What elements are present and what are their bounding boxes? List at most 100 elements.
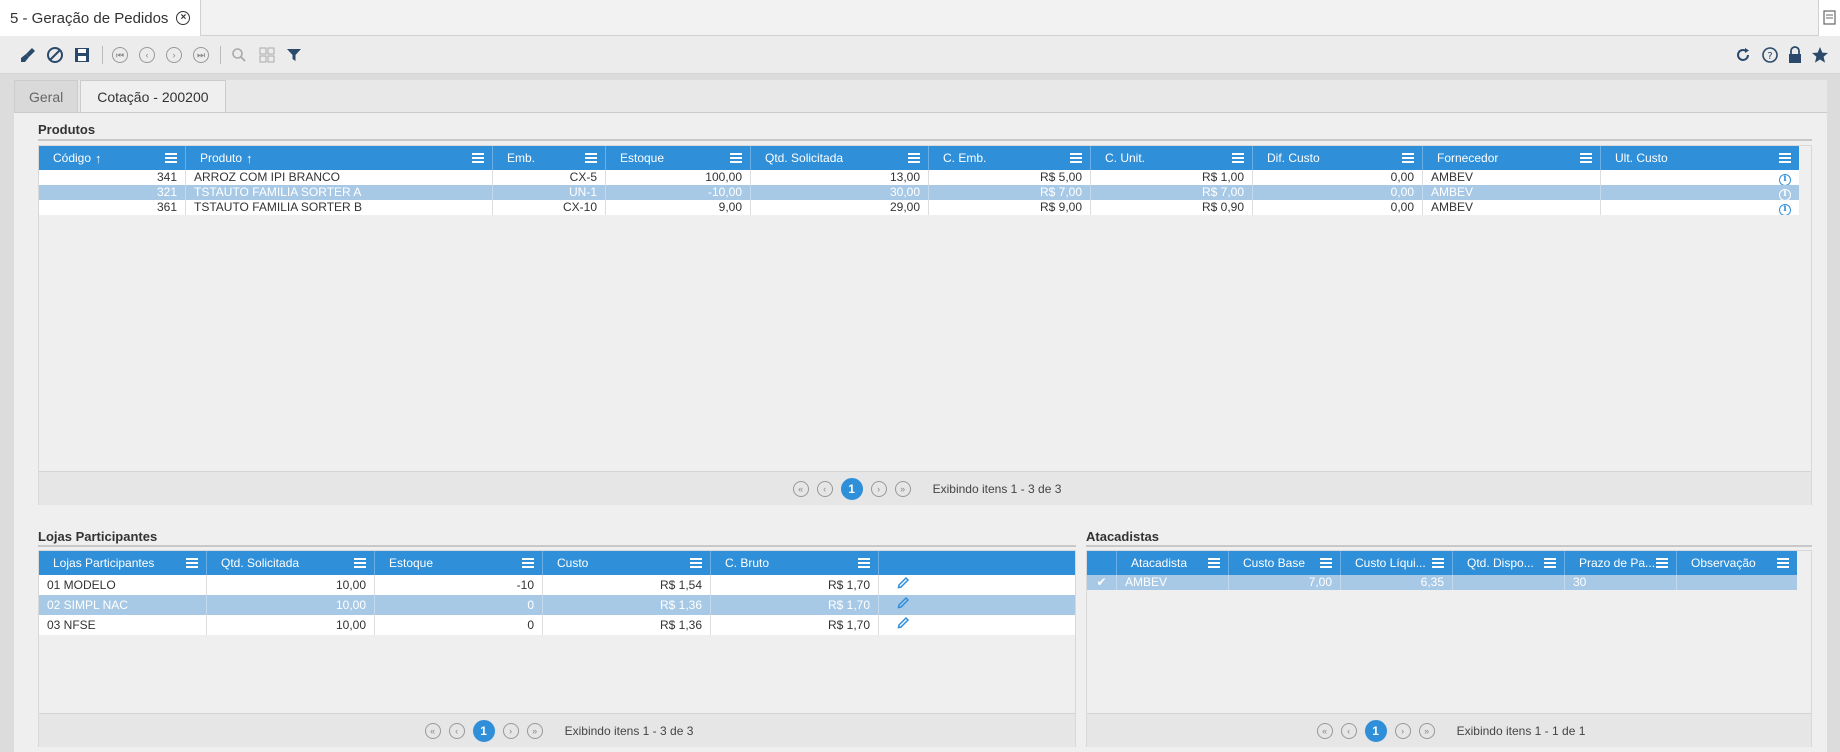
lojas-section-title: Lojas Participantes (38, 529, 158, 544)
column-menu-icon (730, 153, 742, 163)
lojas-pager: « ‹ 1 › » Exibindo itens 1 - 3 de 3 (39, 713, 1075, 747)
col-custo-base[interactable]: Custo Base (1229, 551, 1341, 575)
close-icon[interactable]: × (176, 11, 191, 25)
previous-record-icon[interactable]: ‹ (137, 45, 157, 65)
pager-info: Exibindo itens 1 - 3 de 3 (564, 723, 694, 738)
col-custo-liquido[interactable]: Custo Líqui... (1341, 551, 1453, 575)
previous-page-icon[interactable]: ‹ (448, 722, 465, 739)
window-menu-icon[interactable] (1818, 0, 1840, 36)
col-estoque[interactable]: Estoque (606, 146, 751, 170)
document-tab-bar: 5 - Geração de Pedidos × (0, 0, 1840, 36)
edit-icon[interactable] (879, 595, 1075, 615)
col-c-emb[interactable]: C. Emb. (929, 146, 1091, 170)
current-page[interactable]: 1 (472, 719, 495, 742)
col-lojas-participantes[interactable]: Lojas Participantes (39, 551, 207, 575)
table-row[interactable]: 02 SIMPL NAC 10,00 0 R$ 1,36 R$ 1,70 (39, 595, 1075, 615)
produtos-pager: « ‹ 1 › » Exibindo itens 1 - 3 de 3 (39, 471, 1811, 505)
grid-view-icon[interactable] (257, 45, 277, 65)
column-menu-icon (1208, 558, 1220, 568)
previous-page-icon[interactable]: ‹ (1340, 722, 1357, 739)
edit-icon[interactable] (879, 575, 1075, 595)
column-menu-icon (165, 153, 177, 163)
col-c-bruto[interactable]: C. Bruto (711, 551, 879, 575)
column-menu-icon (585, 153, 597, 163)
column-menu-icon (522, 558, 534, 568)
col-observacao[interactable]: Observação (1677, 551, 1797, 575)
col-ult-custo[interactable]: Ult. Custo (1601, 146, 1799, 170)
col-fornecedor[interactable]: Fornecedor (1423, 146, 1601, 170)
table-row[interactable]: 341 ARROZ COM IPI BRANCO CX-5 100,00 13,… (39, 170, 1799, 185)
favorite-star-icon[interactable] (1810, 45, 1830, 65)
current-page[interactable]: 1 (1364, 719, 1387, 742)
column-menu-icon (1320, 558, 1332, 568)
next-record-icon[interactable]: › (164, 45, 184, 65)
lock-icon[interactable] (1785, 45, 1805, 65)
tab-geral[interactable]: Geral (14, 80, 79, 112)
atacadistas-grid-body: ✔ AMBEV 7,00 6,35 30 (1087, 575, 1797, 590)
col-c-unit[interactable]: C. Unit. (1091, 146, 1253, 170)
next-page-icon[interactable]: › (1394, 722, 1411, 739)
last-page-icon[interactable]: » (894, 480, 911, 497)
first-page-icon[interactable]: « (792, 480, 809, 497)
document-tab-title: 5 - Geração de Pedidos (10, 9, 169, 27)
refresh-icon[interactable] (1733, 45, 1753, 65)
table-row[interactable]: 321 TSTAUTO FAMILIA SORTER A UN-1 -10,00… (39, 185, 1799, 200)
first-page-icon[interactable]: « (424, 722, 441, 739)
table-row[interactable]: ✔ AMBEV 7,00 6,35 30 (1087, 575, 1797, 590)
document-tab[interactable]: 5 - Geração de Pedidos × (0, 0, 202, 36)
col-qtd-solicitada[interactable]: Qtd. Solicitada (207, 551, 375, 575)
col-prazo-pagamento[interactable]: Prazo de Pa... (1565, 551, 1677, 575)
produtos-section-title: Produtos (38, 122, 96, 137)
column-menu-icon (1402, 153, 1414, 163)
column-menu-icon (690, 558, 702, 568)
svg-text:?: ? (1767, 51, 1772, 62)
toolbar: ⏮ ‹ › ⏭ ? (0, 36, 1840, 74)
col-emb[interactable]: Emb. (493, 146, 606, 170)
table-row[interactable]: 01 MODELO 10,00 -10 R$ 1,54 R$ 1,70 (39, 575, 1075, 595)
next-page-icon[interactable]: › (502, 722, 519, 739)
next-page-icon[interactable]: › (870, 480, 887, 497)
help-icon[interactable]: ? (1760, 45, 1780, 65)
col-produto[interactable]: Produto ↑ (186, 146, 493, 170)
table-row[interactable]: 03 NFSE 10,00 0 R$ 1,36 R$ 1,70 (39, 615, 1075, 635)
col-dif-custo[interactable]: Dif. Custo (1253, 146, 1423, 170)
previous-page-icon[interactable]: ‹ (816, 480, 833, 497)
col-qtd-solicitada[interactable]: Qtd. Solicitada (751, 146, 929, 170)
col-qtd-disponivel[interactable]: Qtd. Dispo... (1453, 551, 1565, 575)
info-icon[interactable]: i (1779, 188, 1791, 200)
last-page-icon[interactable]: » (1418, 722, 1435, 739)
col-atacadista[interactable]: Atacadista (1117, 551, 1229, 575)
save-icon[interactable] (72, 45, 92, 65)
current-page[interactable]: 1 (840, 477, 863, 500)
col-actions (879, 551, 1075, 575)
last-page-icon[interactable]: » (526, 722, 543, 739)
broom-icon[interactable] (18, 45, 38, 65)
edit-icon[interactable] (879, 615, 1075, 635)
column-menu-icon (908, 153, 920, 163)
last-record-icon[interactable]: ⏭ (191, 45, 211, 65)
column-menu-icon (1544, 558, 1556, 568)
lojas-grid-body: 01 MODELO 10,00 -10 R$ 1,54 R$ 1,70 02 S… (39, 575, 1075, 635)
tab-cotacao[interactable]: Cotação - 200200 (80, 80, 226, 112)
produtos-grid-body: 341 ARROZ COM IPI BRANCO CX-5 100,00 13,… (39, 170, 1799, 215)
table-row[interactable]: 361 TSTAUTO FAMILIA SORTER B CX-10 9,00 … (39, 200, 1799, 215)
col-estoque[interactable]: Estoque (375, 551, 543, 575)
column-menu-icon (1656, 558, 1668, 568)
cancel-icon[interactable] (45, 45, 65, 65)
first-page-icon[interactable]: « (1316, 722, 1333, 739)
column-menu-icon (1432, 558, 1444, 568)
column-menu-icon (472, 153, 484, 163)
search-icon[interactable] (229, 45, 249, 65)
column-menu-icon (1070, 153, 1082, 163)
check-icon[interactable]: ✔ (1087, 575, 1117, 590)
filter-icon[interactable] (284, 45, 304, 65)
column-menu-icon (858, 558, 870, 568)
column-menu-icon (186, 558, 198, 568)
first-record-icon[interactable]: ⏮ (110, 45, 130, 65)
atacadistas-section-title: Atacadistas (1086, 529, 1159, 544)
col-codigo[interactable]: Código ↑ (39, 146, 186, 170)
info-icon[interactable]: i (1779, 173, 1791, 185)
col-custo[interactable]: Custo (543, 551, 711, 575)
info-icon[interactable]: i (1779, 203, 1791, 215)
pager-info: Exibindo itens 1 - 1 de 1 (1456, 723, 1586, 738)
